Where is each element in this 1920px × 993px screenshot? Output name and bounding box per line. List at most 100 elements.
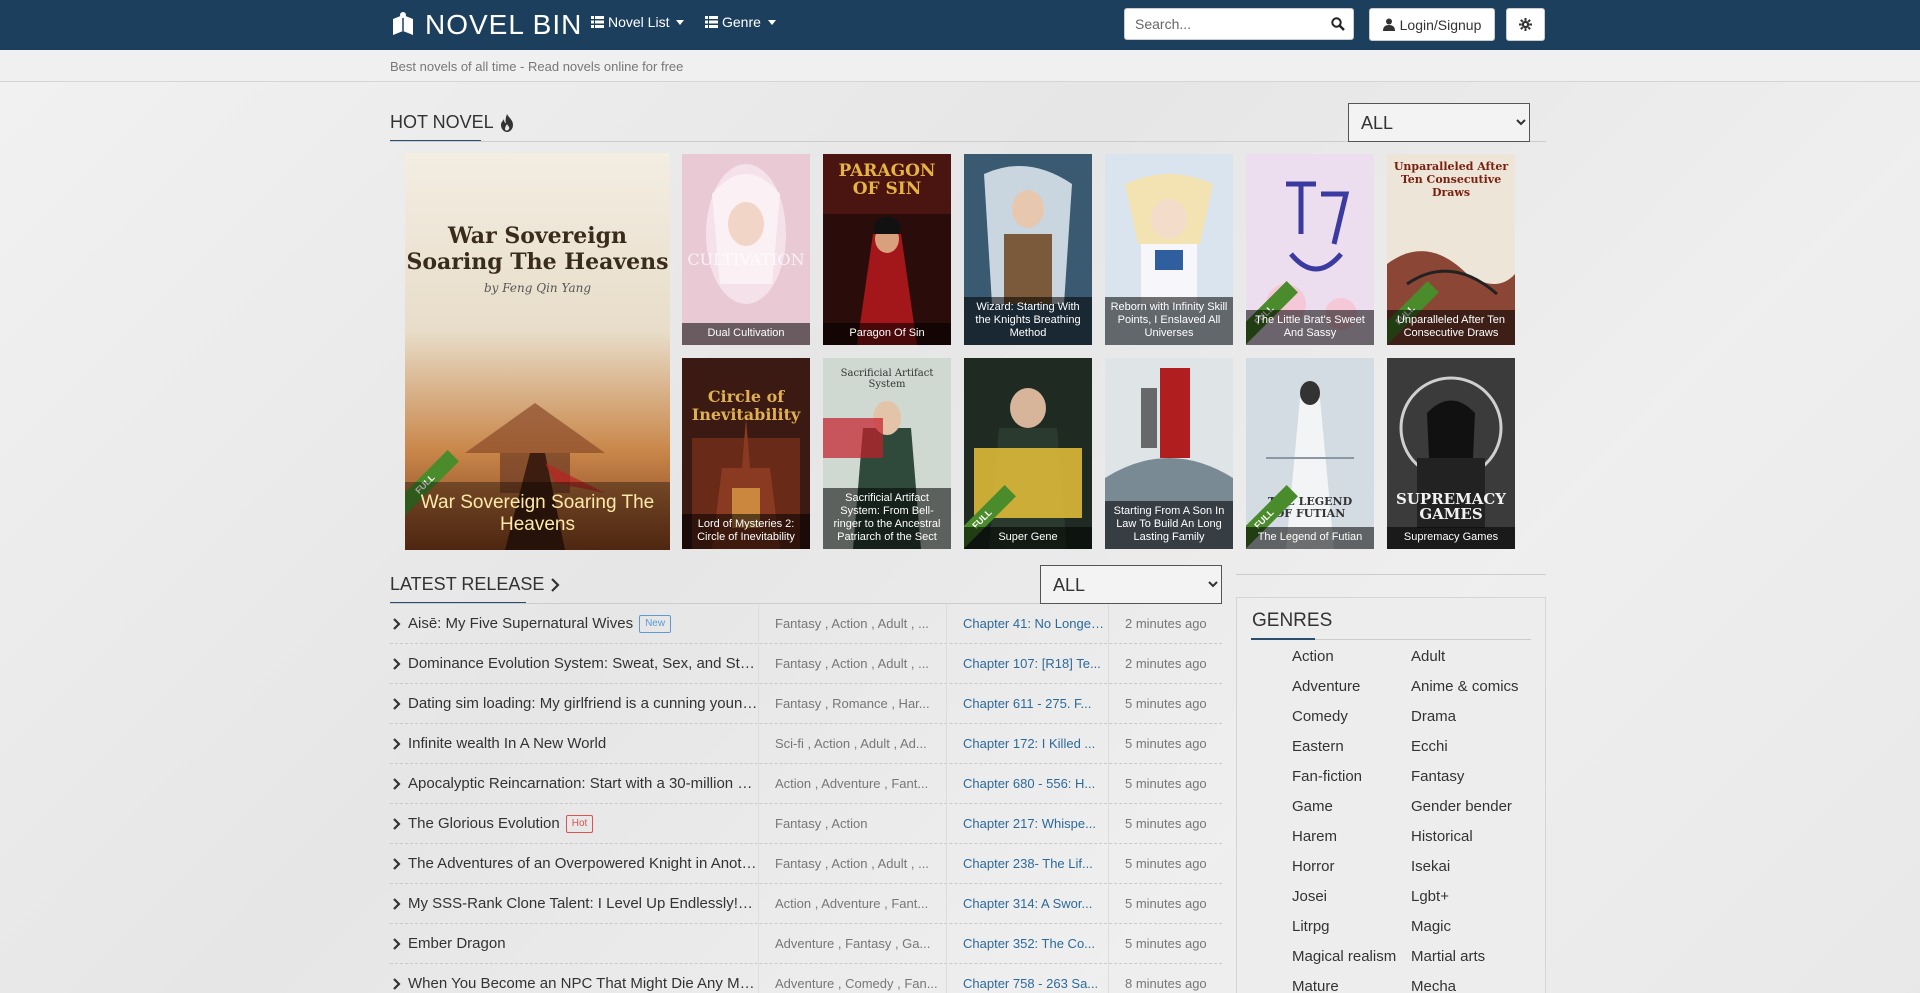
genre-link-fantasy[interactable]: Fantasy (1411, 768, 1464, 785)
hot-novel-featured[interactable]: War Sovereign Soaring The Heavens by Fen… (405, 153, 670, 550)
hot-novel-card[interactable]: SUPREMACY GAMES Supremacy Games (1387, 358, 1515, 549)
latest-chapter-link[interactable]: Chapter 238- The Lif... (946, 844, 1108, 884)
login-signup-button[interactable]: Login/Signup (1369, 8, 1495, 41)
latest-chapter-link[interactable]: Chapter 680 - 556: H... (946, 764, 1108, 804)
genre-link-drama[interactable]: Drama (1411, 708, 1456, 725)
genre-link-anime-comics[interactable]: Anime & comics (1411, 678, 1519, 695)
novel-title-cell[interactable]: Apocalyptic Reincarnation: Start with a … (390, 764, 758, 804)
hot-novel-card[interactable]: THE LEGEND OF FUTIAN FULL The Legend of … (1246, 358, 1374, 549)
novel-title-cell[interactable]: My SSS-Rank Clone Talent: I Level Up End… (390, 884, 758, 924)
update-time: 5 minutes ago (1108, 684, 1222, 724)
novel-title-cell[interactable]: Infinite wealth In A New World (390, 724, 758, 764)
genre-link-adventure[interactable]: Adventure (1292, 678, 1360, 695)
novel-title[interactable]: The Adventures of an Overpowered Knight … (408, 855, 758, 872)
genre-link-isekai[interactable]: Isekai (1411, 858, 1450, 875)
hot-novel-card[interactable]: Sacrificial Artifact System Sacrificial … (823, 358, 951, 549)
table-row[interactable]: Infinite wealth In A New World Sci-fi , … (390, 724, 1222, 764)
latest-chapter-link[interactable]: Chapter 314: A Swor... (946, 884, 1108, 924)
table-row[interactable]: Dating sim loading: My girlfriend is a c… (390, 684, 1222, 724)
genre-link-ecchi[interactable]: Ecchi (1411, 738, 1448, 755)
novel-title-cell[interactable]: When You Become an NPC That Might Die An… (390, 964, 758, 993)
novel-genres: Fantasy , Action (758, 804, 946, 844)
latest-chapter-link[interactable]: Chapter 107: [R18] Te... (946, 644, 1108, 684)
latest-chapter-link[interactable]: Chapter 611 - 275. F... (946, 684, 1108, 724)
genre-link-lgbt[interactable]: Lgbt+ (1411, 888, 1449, 905)
cover-title-text: SUPREMACY GAMES (1396, 490, 1506, 523)
novel-title[interactable]: My SSS-Rank Clone Talent: I Level Up End… (408, 895, 753, 912)
genre-link-mature[interactable]: Mature (1292, 978, 1339, 993)
latest-chapter-link[interactable]: Chapter 172: I Killed ... (946, 724, 1108, 764)
genre-link-gender-bender[interactable]: Gender bender (1411, 798, 1512, 815)
table-row[interactable]: Apocalyptic Reincarnation: Start with a … (390, 764, 1222, 804)
novel-title[interactable]: Ember Dragon (408, 935, 506, 952)
novel-title[interactable]: Infinite wealth In A New World (408, 735, 606, 752)
hot-genre-filter[interactable]: ALL (1348, 103, 1530, 142)
hot-novel-heading[interactable]: HOT NOVEL (390, 112, 514, 133)
genres-title-underline (1251, 638, 1315, 640)
genre-link-eastern[interactable]: Eastern (1292, 738, 1344, 755)
genre-link-mecha[interactable]: Mecha (1411, 978, 1456, 993)
latest-chapter-link[interactable]: Chapter 217: Whispe... (946, 804, 1108, 844)
novel-title-cell[interactable]: Dating sim loading: My girlfriend is a c… (390, 684, 758, 724)
hot-novel-card[interactable]: Reborn with Infinity Skill Points, I Ens… (1105, 154, 1233, 345)
novel-title-cell[interactable]: The Glorious Evolution Hot (390, 804, 758, 844)
hot-novel-card[interactable]: CULTIVATION Dual Cultivation (682, 154, 810, 345)
hot-novel-card[interactable]: Wizard: Starting With the Knights Breath… (964, 154, 1092, 345)
novel-caption: Unparalleled After Ten Consecutive Draws (1387, 310, 1515, 345)
genre-link-magical-realism[interactable]: Magical realism (1292, 948, 1396, 965)
latest-chapter-link[interactable]: Chapter 41: No Longer ... (946, 604, 1108, 644)
table-row[interactable]: My SSS-Rank Clone Talent: I Level Up End… (390, 884, 1222, 924)
table-row[interactable]: Dominance Evolution System: Sweat, Sex, … (390, 644, 1222, 684)
latest-chapter-link[interactable]: Chapter 352: The Co... (946, 924, 1108, 964)
genre-link-litrpg[interactable]: Litrpg (1292, 918, 1330, 935)
novel-title-cell[interactable]: Aisē: My Five Supernatural Wives New (390, 604, 758, 644)
novel-list-menu[interactable]: Novel List (591, 14, 685, 30)
settings-button[interactable] (1506, 8, 1545, 41)
genre-link-adult[interactable]: Adult (1411, 648, 1445, 665)
genre-link-horror[interactable]: Horror (1292, 858, 1335, 875)
brand-logo[interactable]: NOVEL BIN (389, 8, 582, 42)
novel-title-cell[interactable]: The Adventures of an Overpowered Knight … (390, 844, 758, 884)
search-button[interactable] (1323, 9, 1353, 39)
hot-novel-card[interactable]: FULL Super Gene (964, 358, 1092, 549)
genre-link-magic[interactable]: Magic (1411, 918, 1451, 935)
novel-title[interactable]: When You Become an NPC That Might Die An… (408, 975, 758, 992)
chevron-right-icon (393, 978, 401, 990)
genre-link-historical[interactable]: Historical (1411, 828, 1473, 845)
cover-title-text: War Sovereign Soaring The Heavens (406, 223, 669, 275)
latest-chapter-link[interactable]: Chapter 758 - 263 Sa... (946, 964, 1108, 993)
table-row[interactable]: The Glorious Evolution Hot Fantasy , Acti… (390, 804, 1222, 844)
genre-link-comedy[interactable]: Comedy (1292, 708, 1348, 725)
novel-title[interactable]: Dating sim loading: My girlfriend is a c… (408, 695, 758, 712)
novel-title[interactable]: The Glorious Evolution (408, 815, 560, 832)
chevron-right-icon (393, 618, 401, 630)
novel-title[interactable]: Aisē: My Five Supernatural Wives (408, 615, 633, 632)
latest-genre-filter[interactable]: ALL (1040, 565, 1222, 604)
update-time: 2 minutes ago (1108, 604, 1222, 644)
list-icon (705, 16, 718, 28)
genre-link-game[interactable]: Game (1292, 798, 1333, 815)
table-row[interactable]: When You Become an NPC That Might Die An… (390, 964, 1222, 993)
hot-novel-card[interactable]: PARAGON OF SIN Paragon Of Sin (823, 154, 951, 345)
site-tagline: Best novels of all time - Read novels on… (390, 59, 684, 74)
novel-title[interactable]: Dominance Evolution System: Sweat, Sex, … (408, 655, 758, 672)
latest-release-heading[interactable]: LATEST RELEASE (390, 574, 560, 595)
search-input[interactable] (1125, 10, 1323, 38)
genre-link-martial-arts[interactable]: Martial arts (1411, 948, 1485, 965)
table-row[interactable]: Ember Dragon Adventure , Fantasy , Ga...… (390, 924, 1222, 964)
novel-title[interactable]: Apocalyptic Reincarnation: Start with a … (408, 775, 758, 792)
genre-link-harem[interactable]: Harem (1292, 828, 1337, 845)
novel-title-cell[interactable]: Dominance Evolution System: Sweat, Sex, … (390, 644, 758, 684)
genre-menu[interactable]: Genre (705, 14, 776, 30)
novel-title-cell[interactable]: Ember Dragon (390, 924, 758, 964)
genre-link-action[interactable]: Action (1292, 648, 1334, 665)
main-content: HOT NOVEL ALL War Sovereign Soaring The … (0, 0, 1920, 993)
genre-link-josei[interactable]: Josei (1292, 888, 1327, 905)
hot-novel-card[interactable]: Unparalleled After Ten Consecutive Draws… (1387, 154, 1515, 345)
table-row[interactable]: Aisē: My Five Supernatural Wives New Fant… (390, 604, 1222, 644)
hot-novel-card[interactable]: Circle of Inevitability Lord of Mysterie… (682, 358, 810, 549)
table-row[interactable]: The Adventures of an Overpowered Knight … (390, 844, 1222, 884)
genre-link-fan-fiction[interactable]: Fan-fiction (1292, 768, 1362, 785)
hot-novel-card[interactable]: Starting From A Son In Law To Build An L… (1105, 358, 1233, 549)
hot-novel-card[interactable]: FULL The Little Brat's Sweet And Sassy (1246, 154, 1374, 345)
